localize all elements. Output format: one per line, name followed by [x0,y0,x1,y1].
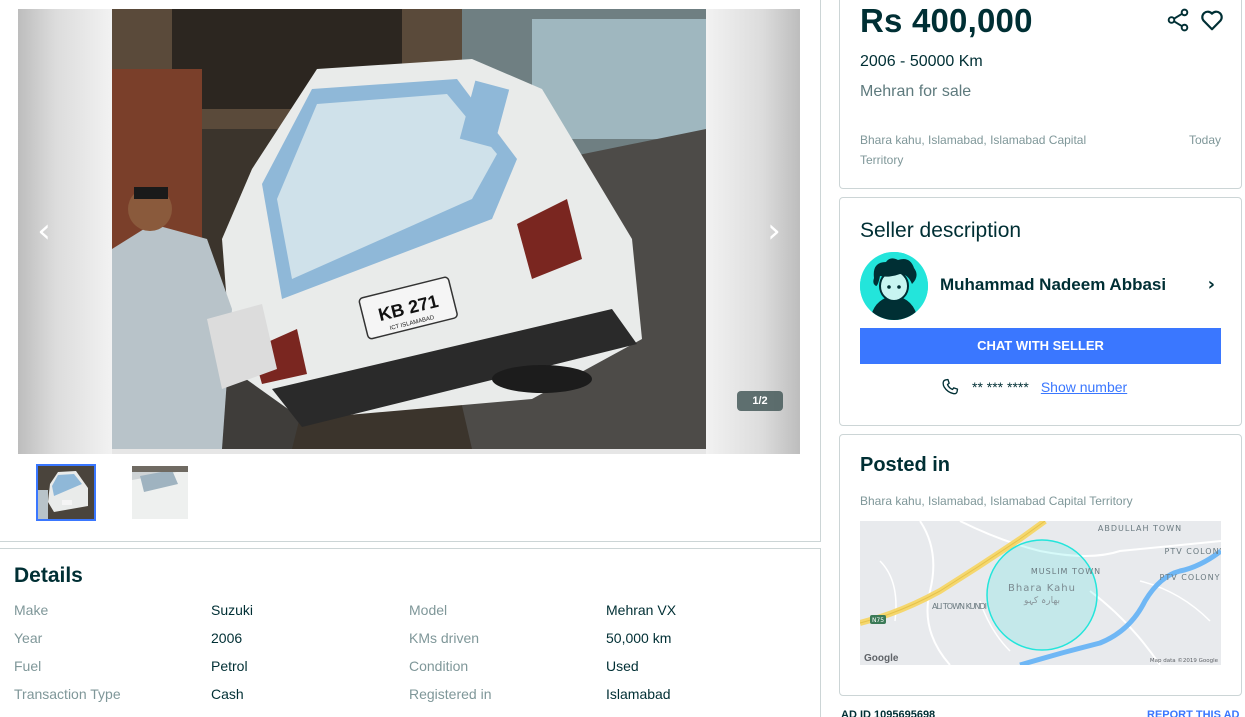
map-label-muslim-town: MUSLIM TOWN [1031,567,1101,576]
detail-value-registered-in: Islamabad [606,686,671,702]
avatar-illustration [860,252,928,320]
show-number-link[interactable]: Show number [1041,379,1127,395]
map-attribution: Map data ©2019 Google [1150,657,1219,664]
detail-key-year: Year [14,630,43,646]
seller-card: Seller description Muhammad Nadeem Abbas… [839,197,1242,426]
gallery-stage: KB 271 ICT ISLAMABAD ‹ › 1/2 [18,9,800,454]
map-label-ptv-colony-1: PTV COLONY [1165,547,1221,556]
map-label-bhara-kahu-urdu: بھارہ کہو [1023,596,1060,606]
previous-image-button[interactable]: ‹ [26,213,62,249]
posted-in-heading: Posted in [860,454,951,476]
avatar[interactable] [860,252,928,320]
seller-heading: Seller description [860,219,1022,242]
details-heading: Details [14,564,83,587]
details-row: Transaction Type Cash Registered in Isla… [14,686,814,706]
listing-title: Mehran for sale [860,83,972,100]
detail-value-condition: Used [606,658,639,674]
detail-value-model: Mehran VX [606,602,677,618]
thumbnail-1-image [38,466,94,519]
share-button[interactable] [1165,7,1191,33]
chat-with-seller-button[interactable]: CHAT WITH SELLER [860,328,1221,364]
heart-icon [1201,10,1223,31]
seller-name[interactable]: Muhammad Nadeem Abbasi [940,275,1166,295]
posted-location: Bhara kahu, Islamabad, Islamabad Capital… [860,494,1133,508]
phone-row: ** *** **** Show number [940,376,1127,398]
chevron-right-icon: › [1207,274,1215,295]
price-card: Rs 400,000 2006 - 50000 Km Mehran for sa… [839,0,1242,189]
year-and-mileage: 2006 - 50000 Km [860,53,983,70]
map-label-bhara-kahu: Bhara Kahu [1008,583,1076,594]
google-logo: Google [864,653,899,664]
thumbnail-2-image [132,466,188,519]
thumbnail-2[interactable] [130,464,190,521]
details-row: Make Suzuki Model Mehran VX [14,602,814,622]
chevron-right-icon: › [767,211,781,251]
listing-date: Today [1188,133,1221,147]
posted-in-card: Posted in Bhara kahu, Islamabad, Islamab… [839,434,1242,696]
detail-key-fuel: Fuel [14,658,42,674]
image-counter: 1/2 [737,391,783,411]
chevron-left-icon: ‹ [37,211,51,251]
masked-phone-number: ** *** **** [972,379,1029,395]
detail-value-transaction-type: Cash [211,686,244,702]
detail-value-kms: 50,000 km [606,630,672,646]
details-row: Year 2006 KMs driven 50,000 km [14,630,814,650]
details-row: Fuel Petrol Condition Used [14,658,814,678]
main-photo[interactable]: KB 271 ICT ISLAMABAD [112,9,706,449]
favourite-button[interactable] [1199,7,1225,33]
map-label-ptv-colony-2: PTV COLONY [1160,573,1221,582]
map-label-abdullah-town: ABDULLAH TOWN [1098,524,1182,533]
share-icon [1167,8,1189,32]
detail-key-registered-in: Registered in [409,686,492,702]
detail-key-model: Model [409,602,448,618]
ad-id: AD ID 1095695698 [841,709,936,717]
detail-key-kms: KMs driven [409,630,480,646]
thumbnail-strip [36,464,190,521]
detail-value-fuel: Petrol [211,658,248,674]
seller-profile-link[interactable]: › [1208,274,1215,295]
map-label-ali-town-kundi: ALI TOWN KUNDI [932,602,988,611]
car-photo-illustration: KB 271 ICT ISLAMABAD [112,9,706,449]
image-gallery: KB 271 ICT ISLAMABAD ‹ › 1/2 [0,0,821,542]
price: Rs 400,000 [860,2,1033,39]
report-ad-link[interactable]: REPORT THIS AD [1147,709,1240,717]
listing-location: Bhara kahu, Islamabad, Islamabad Capital… [860,133,1087,167]
detail-value-make: Suzuki [211,602,254,618]
details-section: Details Make Suzuki Model Mehran VX Year… [0,548,821,717]
detail-key-transaction-type: Transaction Type [14,686,121,702]
map-illustration: ABDULLAH TOWN PTV COLONY PTV COLONY MUSL… [860,521,1221,665]
detail-key-condition: Condition [409,658,469,674]
thumbnail-1[interactable] [36,464,96,521]
next-image-button[interactable]: › [756,213,792,249]
map-road-shield: N75 [872,617,884,624]
detail-value-year: 2006 [211,630,243,646]
location-map[interactable]: ABDULLAH TOWN PTV COLONY PTV COLONY MUSL… [860,521,1221,665]
detail-key-make: Make [14,602,49,618]
phone-icon [942,378,959,395]
